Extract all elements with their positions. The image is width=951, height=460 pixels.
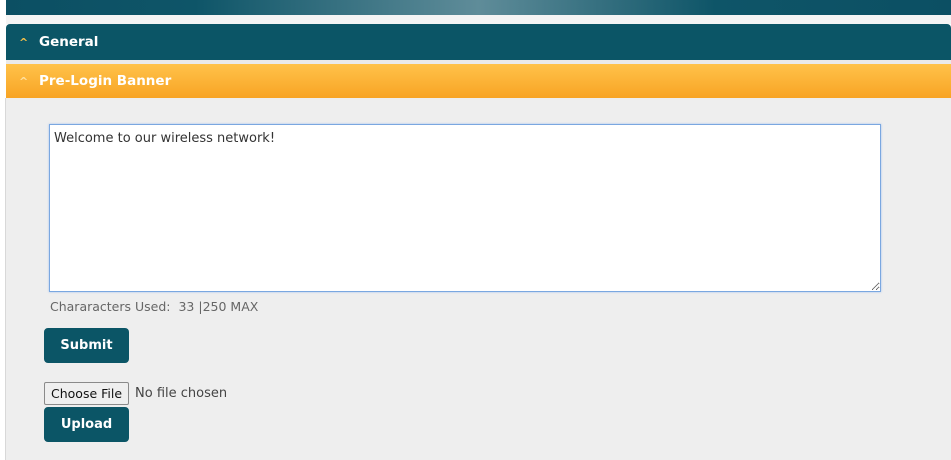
upload-button[interactable]: Upload [44,407,129,442]
banner-text-input[interactable] [49,124,881,292]
file-chooser-row: Choose File No file chosen [44,382,227,405]
characters-max-value: |250 MAX [198,299,259,314]
chevron-up-icon: ^ [19,35,29,49]
panel-general-title: General [39,34,99,50]
panel-pre-login-banner-header[interactable]: ^ Pre-Login Banner [6,64,951,98]
characters-used-value: 33 [178,299,195,314]
no-file-chosen-text: No file chosen [135,386,228,401]
choose-file-button[interactable]: Choose File [44,382,130,405]
chevron-up-icon: ^ [19,74,29,88]
top-spacer [6,15,951,24]
characters-used-counter: Chararacters Used: 33 |250 MAX [50,299,258,314]
panel-pre-login-banner-body: Chararacters Used: 33 |250 MAX Submit Ch… [6,98,951,460]
characters-used-label: Chararacters Used: [50,299,171,314]
top-banner-strip [6,0,951,15]
panel-general-header[interactable]: ^ General [6,24,951,60]
panel-pre-login-banner-title: Pre-Login Banner [39,73,172,89]
submit-button[interactable]: Submit [44,328,129,363]
